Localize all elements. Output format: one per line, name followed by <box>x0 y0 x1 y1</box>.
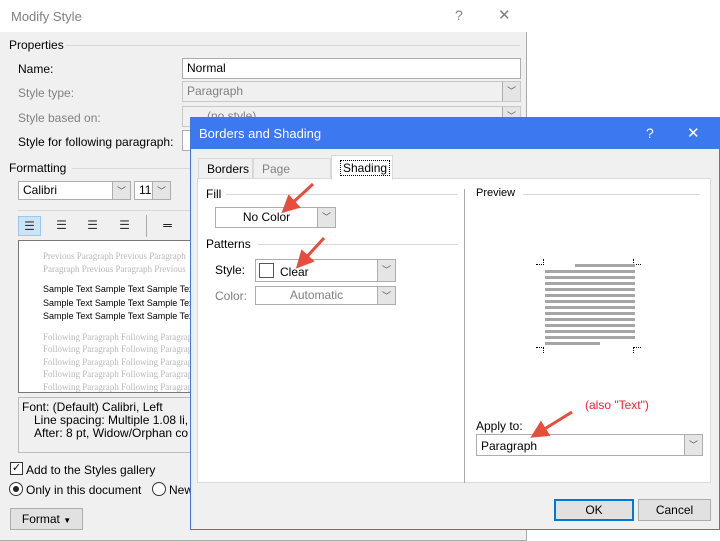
tab-shading-label: Shading <box>340 160 391 176</box>
arrow-apply-to <box>530 410 573 438</box>
arrow-fill <box>281 182 315 214</box>
tab-shading[interactable]: Shading <box>331 155 393 180</box>
annotation-arrows <box>281 182 573 438</box>
arrow-style <box>295 236 326 269</box>
